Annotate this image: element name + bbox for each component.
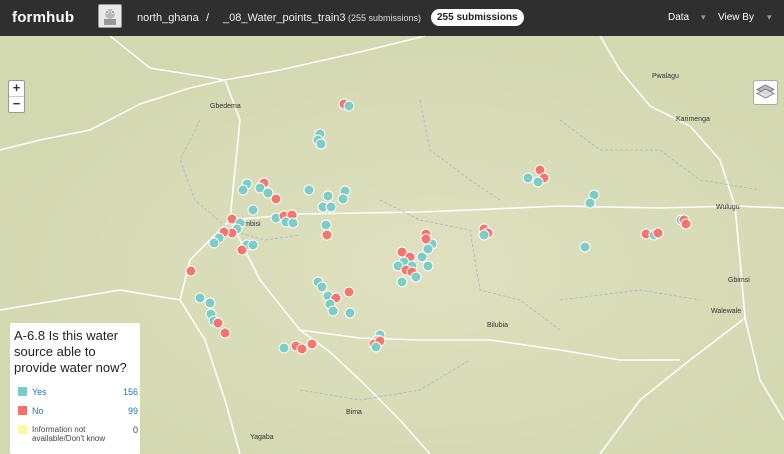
place-label: Pwalagu: [652, 73, 679, 80]
breadcrumb-separator: /: [206, 12, 210, 24]
water-point-yes[interactable]: [316, 281, 328, 293]
water-point-yes[interactable]: [303, 184, 315, 196]
water-point-yes[interactable]: [237, 184, 249, 196]
water-point-no[interactable]: [270, 193, 282, 205]
water-point-yes[interactable]: [327, 305, 339, 317]
water-point-yes[interactable]: [370, 341, 382, 353]
place-label: Bima: [346, 409, 362, 416]
water-point-yes[interactable]: [325, 201, 337, 213]
water-point-yes[interactable]: [322, 190, 334, 202]
legend-swatch-unknown: [18, 425, 27, 434]
user-avatar-icon[interactable]: [98, 4, 122, 28]
legend-swatch-yes: [18, 387, 27, 396]
submissions-badge[interactable]: 255 submissions: [431, 9, 524, 26]
legend-swatch-no: [18, 406, 27, 415]
water-point-no[interactable]: [321, 229, 333, 241]
water-point-no[interactable]: [236, 244, 248, 256]
place-label: Bilubia: [487, 322, 508, 329]
breadcrumb-form[interactable]: _08_Water_points_train3: [223, 12, 346, 24]
legend-count: 156: [122, 387, 138, 397]
water-point-no[interactable]: [652, 227, 664, 239]
submission-count-text: (255 submissions): [348, 13, 422, 23]
water-point-yes[interactable]: [579, 241, 591, 253]
place-label: Karimenga: [676, 116, 710, 123]
legend-count: 99: [127, 406, 138, 416]
water-point-yes[interactable]: [320, 219, 332, 231]
water-point-yes[interactable]: [204, 297, 216, 309]
water-point-yes[interactable]: [247, 204, 259, 216]
water-point-no[interactable]: [219, 327, 231, 339]
water-point-no[interactable]: [420, 233, 432, 245]
water-point-yes[interactable]: [584, 197, 596, 209]
water-point-yes[interactable]: [337, 193, 349, 205]
formhub-logo[interactable]: formhub: [12, 9, 74, 26]
water-point-yes[interactable]: [410, 271, 422, 283]
water-point-yes[interactable]: [344, 307, 356, 319]
water-point-yes[interactable]: [532, 176, 544, 188]
water-point-yes[interactable]: [396, 276, 408, 288]
legend-label: Information not available/Don't know: [32, 425, 106, 443]
legend-question: A-6.8 Is this water source able to provi…: [14, 328, 127, 375]
water-point-yes[interactable]: [416, 251, 428, 263]
water-point-yes[interactable]: [315, 138, 327, 150]
place-label: Walewale: [711, 308, 741, 315]
legend-label: No: [32, 406, 44, 416]
view-by-menu[interactable]: View By: [718, 12, 754, 23]
place-label: Gbedema: [210, 103, 241, 110]
legend-panel: A-6.8 Is this water source able to provi…: [10, 323, 140, 454]
chevron-down-icon[interactable]: ▾: [767, 12, 772, 23]
water-point-yes[interactable]: [522, 172, 534, 184]
legend-label: Yes: [32, 387, 47, 397]
water-point-yes[interactable]: [422, 260, 434, 272]
top-navbar: formhub north_ghana / _08_Water_points_t…: [0, 0, 784, 36]
water-point-no[interactable]: [212, 317, 224, 329]
water-point-yes[interactable]: [247, 239, 259, 251]
app-window: formhub north_ghana / _08_Water_points_t…: [0, 0, 784, 454]
water-point-no[interactable]: [680, 218, 692, 230]
water-point-yes[interactable]: [278, 342, 290, 354]
chevron-down-icon[interactable]: ▾: [701, 12, 706, 23]
water-point-no[interactable]: [296, 343, 308, 355]
zoom-in-button[interactable]: +: [9, 81, 24, 96]
water-point-yes[interactable]: [208, 237, 220, 249]
layers-icon[interactable]: [753, 80, 778, 105]
place-label: Yagaba: [250, 434, 274, 441]
water-point-no[interactable]: [343, 286, 355, 298]
water-point-yes[interactable]: [194, 292, 206, 304]
data-menu[interactable]: Data: [668, 12, 689, 23]
water-point-yes[interactable]: [343, 100, 355, 112]
water-point-yes[interactable]: [287, 217, 299, 229]
breadcrumb-user[interactable]: north_ghana: [137, 12, 199, 24]
place-label: Wulugu: [716, 204, 740, 211]
water-point-no[interactable]: [306, 338, 318, 350]
place-label: Gbimsi: [728, 277, 750, 284]
zoom-out-button[interactable]: −: [9, 97, 24, 112]
zoom-control: + −: [8, 80, 25, 113]
legend-count: 0: [132, 425, 138, 435]
water-point-yes[interactable]: [478, 229, 490, 241]
water-point-no[interactable]: [185, 265, 197, 277]
